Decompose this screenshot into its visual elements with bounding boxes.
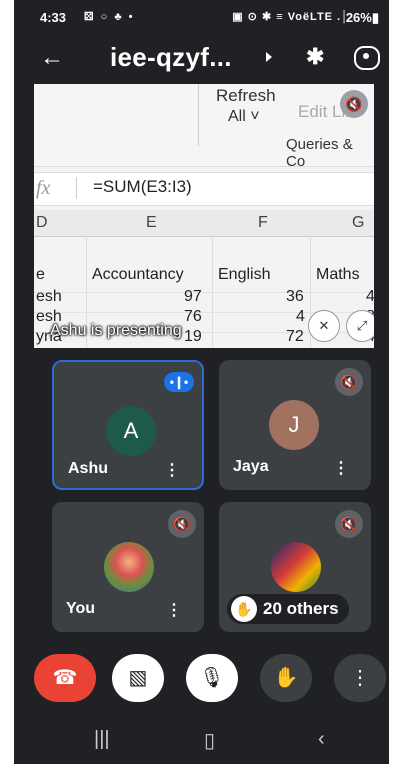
raised-hand-icon: ✋ bbox=[231, 596, 257, 622]
participant-name: You bbox=[66, 600, 96, 617]
camera-off-button[interactable]: ▧ bbox=[112, 654, 164, 702]
cell-english-1: 36 bbox=[286, 288, 304, 305]
presenter-muted-icon: 🔇 bbox=[340, 90, 368, 118]
cell-maths-1: 4 bbox=[366, 288, 374, 305]
muted-icon: 🔇 bbox=[168, 510, 196, 538]
participant-name: Ashu bbox=[68, 460, 108, 477]
others-count: 20 others bbox=[263, 599, 339, 618]
header-cell-accountancy: Accountancy bbox=[92, 266, 184, 283]
cell-accountancy-3: 19 bbox=[184, 328, 202, 345]
avatar-tree-image bbox=[104, 542, 154, 592]
phone-screen: 4:33 ⚄ ○ ♣ • ▣ ⊙ ✱ ≡ VoëLTE .│ 26%▮ ← ie… bbox=[14, 0, 389, 764]
ribbon-queries: Queries & Co bbox=[286, 136, 353, 170]
system-status-icons: ▣ ⊙ ✱ ≡ VoëLTE .│ bbox=[232, 11, 349, 23]
muted-icon: 🔇 bbox=[335, 368, 363, 396]
android-nav-bar: ||| ▯ ‹ bbox=[14, 718, 389, 764]
meeting-code[interactable]: iee-qzyf... bbox=[110, 42, 232, 73]
raise-hand-button[interactable]: ✋ bbox=[260, 654, 312, 702]
column-e: E bbox=[146, 214, 157, 231]
participant-name: Jaya bbox=[233, 458, 269, 475]
ribbon-refresh: Refresh bbox=[216, 86, 276, 105]
more-options-icon[interactable]: ⋮ bbox=[164, 460, 180, 480]
header-cell-maths: Maths bbox=[316, 266, 360, 283]
avatar-group-image bbox=[271, 542, 321, 592]
status-time: 4:33 bbox=[40, 10, 67, 25]
avatar: A bbox=[106, 406, 156, 456]
switch-camera-icon[interactable] bbox=[354, 46, 380, 70]
fx-icon: fx bbox=[36, 177, 51, 199]
end-call-button[interactable]: ☎ bbox=[34, 654, 96, 702]
formula-text: =SUM(E3:I3) bbox=[76, 177, 374, 199]
status-bar: 4:33 ⚄ ○ ♣ • ▣ ⊙ ✱ ≡ VoëLTE .│ 26%▮ bbox=[14, 0, 389, 34]
others-badge[interactable]: ✋ 20 others bbox=[227, 594, 349, 624]
participant-tile-others[interactable]: 🔇 ✋ 20 others bbox=[219, 502, 371, 632]
back-arrow-icon[interactable]: ← bbox=[40, 44, 64, 72]
participant-tile-ashu[interactable]: •❙• A Ashu ⋮ bbox=[52, 360, 204, 490]
avatar: J bbox=[269, 400, 319, 450]
participant-tile-you[interactable]: 🔇 You ⋮ bbox=[52, 502, 204, 632]
participant-tile-jaya[interactable]: 🔇 J Jaya ⋮ bbox=[219, 360, 371, 490]
cell-english-2: 4 bbox=[296, 308, 305, 325]
header-cell-d: e bbox=[36, 266, 45, 283]
cell-accountancy-1: 97 bbox=[184, 288, 202, 305]
speaking-indicator-icon: •❙• bbox=[164, 372, 194, 392]
more-options-button[interactable]: ⋮ bbox=[334, 654, 386, 702]
recent-apps-icon[interactable]: ||| bbox=[94, 728, 110, 751]
presenting-label: Ashu is presenting bbox=[50, 322, 182, 339]
header-cell-english: English bbox=[218, 266, 271, 283]
muted-icon: 🔇 bbox=[335, 510, 363, 538]
column-g: G bbox=[352, 214, 365, 231]
battery-level: 26%▮ bbox=[345, 10, 379, 25]
formula-bar: fx =SUM(E3:I3) bbox=[34, 172, 374, 206]
more-options-icon[interactable]: ⋮ bbox=[333, 458, 349, 478]
column-f: F bbox=[258, 214, 268, 231]
back-icon[interactable]: ‹ bbox=[318, 728, 325, 751]
notification-icons: ⚄ ○ ♣ • bbox=[84, 11, 135, 23]
presentation-view[interactable]: Refresh All ˅ Edit Lin Queries & Co fx =… bbox=[34, 84, 374, 348]
home-icon[interactable]: ▯ bbox=[204, 728, 215, 753]
cell-english-3: 72 bbox=[286, 328, 304, 345]
call-controls: ☎ ▧ 🎙 ✋ ⋮ bbox=[14, 650, 389, 710]
more-options-icon[interactable]: ⋮ bbox=[166, 600, 182, 620]
cell-name-1: esh bbox=[36, 288, 62, 305]
column-d: D bbox=[36, 214, 48, 231]
cell-accountancy-2: 76 bbox=[184, 308, 202, 325]
meeting-header: ← iee-qzyf... ✱ bbox=[14, 34, 389, 84]
bluetooth-icon[interactable]: ✱ bbox=[306, 44, 324, 70]
excel-ribbon: Refresh All ˅ Edit Lin Queries & Co bbox=[34, 84, 374, 170]
fullscreen-icon[interactable]: ⤢ bbox=[346, 310, 374, 342]
mic-off-button[interactable]: 🎙 bbox=[186, 654, 238, 702]
column-headers: D E F G bbox=[34, 210, 374, 237]
unpin-icon[interactable]: ✕ bbox=[308, 310, 340, 342]
ribbon-refresh-all: All ˅ bbox=[228, 108, 260, 125]
caret-right-icon[interactable] bbox=[266, 52, 272, 62]
